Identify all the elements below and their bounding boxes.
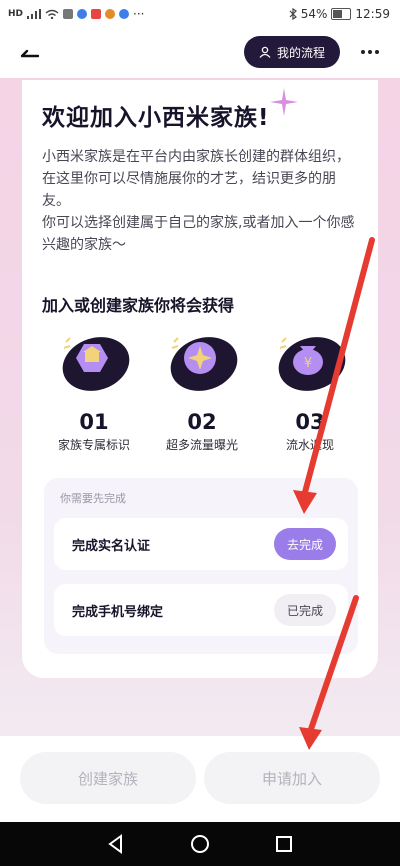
apply-join-button[interactable]: 申请加入 — [204, 752, 380, 804]
benefit-label: 流水返现 — [285, 438, 334, 452]
intro-description: 小西米家族是在平台内由家族长创建的群体组织，在这里你可以尽情施展你的才艺，结识更… — [42, 146, 362, 256]
system-nav-bar — [0, 822, 400, 866]
arrow-left-icon — [20, 49, 40, 58]
shield-icon — [63, 9, 74, 19]
benefit-label: 家族专属标识 — [57, 438, 130, 452]
bank-badge-icon — [62, 337, 130, 391]
hd-icon: HD — [8, 9, 24, 19]
task-hint: 你需要先完成 — [60, 492, 126, 505]
battery-icon — [331, 8, 352, 20]
create-family-button[interactable]: 创建家族 — [20, 752, 196, 804]
task-label: 完成实名认证 — [72, 539, 151, 554]
app-icon — [105, 9, 116, 19]
completed-badge: 已完成 — [274, 594, 336, 626]
description-paragraph: 你可以选择创建属于自己的家族,或者加入一个你感兴趣的家族～ — [42, 215, 355, 253]
bottom-action-bar: 创建家族 申请加入 — [0, 736, 400, 822]
nav-back-icon[interactable] — [104, 832, 128, 856]
benefit-number: 03 — [295, 410, 325, 434]
benefit-label: 超多流量曝光 — [165, 438, 238, 452]
bluetooth-icon — [289, 8, 297, 20]
task-row-real-name: 完成实名认证 去完成 — [54, 518, 348, 570]
back-button[interactable] — [14, 42, 44, 66]
more-dots-icon[interactable] — [356, 38, 384, 66]
signal-icon — [27, 9, 42, 19]
top-bar: 我的流程 — [0, 30, 400, 78]
family-intro-card: 欢迎加入小西米家族! 小西米家族是在平台内由家族长创建的群体组织，在这里你可以尽… — [22, 80, 378, 678]
money-bag-icon: ¥ — [278, 337, 346, 391]
nav-recents-icon[interactable] — [272, 832, 296, 856]
nav-home-icon[interactable] — [188, 832, 212, 856]
my-process-button[interactable]: 我的流程 — [244, 36, 340, 68]
clock: 12:59 — [355, 7, 390, 21]
description-paragraph: 小西米家族是在平台内由家族长创建的群体组织，在这里你可以尽情施展你的才艺，结识更… — [42, 149, 350, 209]
status-icons-right: 54% 12:59 — [289, 7, 390, 21]
page-title: 欢迎加入小西米家族! — [42, 105, 270, 131]
burst-star-icon — [170, 337, 238, 391]
svg-text:¥: ¥ — [304, 356, 312, 371]
benefit-number: 01 — [79, 410, 109, 434]
task-row-phone-binding: 完成手机号绑定 已完成 — [54, 584, 348, 636]
task-panel: 你需要先完成 完成实名认证 去完成 完成手机号绑定 已完成 — [44, 478, 358, 654]
wifi-icon — [45, 9, 59, 19]
app-icon — [91, 9, 102, 19]
status-overflow: ··· — [133, 7, 145, 21]
go-complete-button[interactable]: 去完成 — [274, 528, 336, 560]
benefits-title: 加入或创建家族你将会获得 — [42, 296, 235, 315]
my-process-label: 我的流程 — [276, 45, 325, 60]
app-icon — [119, 9, 130, 19]
status-icons-left: HD ··· — [8, 7, 144, 21]
status-bar: HD ··· 54% 12:59 — [0, 0, 400, 30]
person-icon — [259, 46, 271, 58]
sparkle-icon — [270, 88, 298, 116]
benefit-number: 02 — [187, 410, 217, 434]
app-icon — [77, 9, 88, 19]
battery-percent: 54% — [300, 7, 328, 21]
task-label: 完成手机号绑定 — [72, 605, 164, 620]
